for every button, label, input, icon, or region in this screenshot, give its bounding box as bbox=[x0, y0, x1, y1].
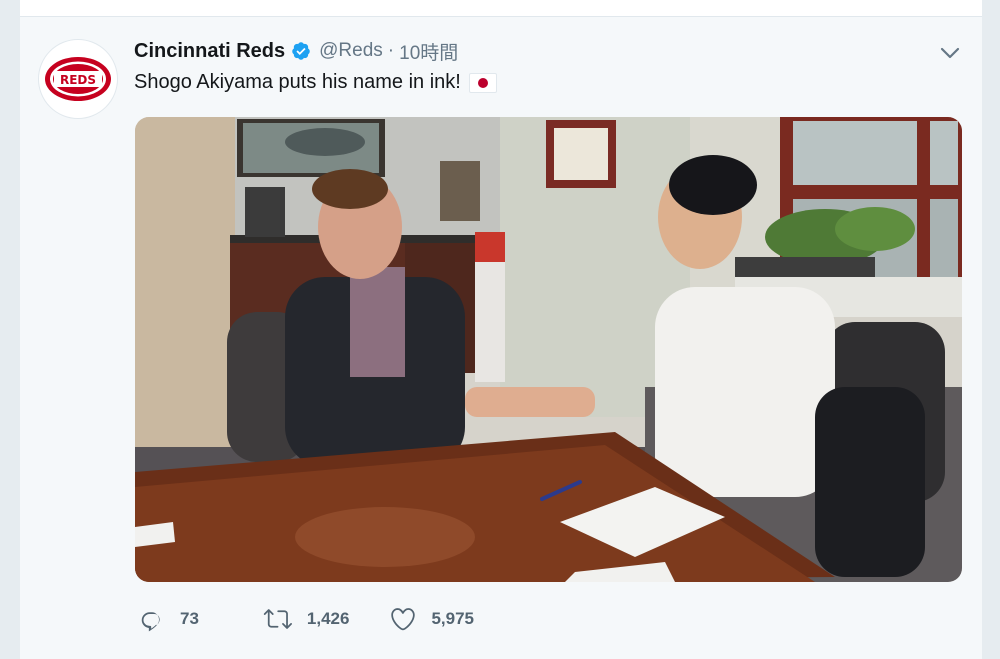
chevron-down-icon[interactable] bbox=[938, 41, 962, 65]
avatar[interactable]: REDS bbox=[38, 39, 118, 119]
heart-icon bbox=[391, 608, 416, 631]
retweet-icon bbox=[263, 609, 292, 629]
reds-logo: REDS bbox=[45, 57, 111, 101]
tweet-text: Shogo Akiyama puts his name in ink! bbox=[134, 71, 497, 94]
tweet-timestamp[interactable]: 10時間 bbox=[399, 38, 458, 65]
like-count: 5,975 bbox=[431, 609, 475, 628]
tweet-actions: 73 1,426 5,975 bbox=[138, 605, 474, 633]
retweet-button[interactable]: 1,426 bbox=[263, 605, 350, 633]
retweet-count: 1,426 bbox=[306, 609, 350, 628]
author-handle[interactable]: @Reds bbox=[319, 40, 383, 62]
reply-count: 73 bbox=[180, 609, 199, 628]
previous-tweet-edge bbox=[20, 0, 982, 17]
tweet-photo[interactable] bbox=[135, 117, 962, 582]
photo-illustration bbox=[135, 117, 962, 582]
verified-badge-icon bbox=[291, 41, 311, 61]
reply-button[interactable]: 73 bbox=[138, 605, 199, 633]
header-separator: · bbox=[387, 40, 395, 61]
tweet-header: Cincinnati Reds @Reds · 10時間 bbox=[134, 37, 458, 65]
logo-text: REDS bbox=[60, 73, 96, 87]
reply-icon bbox=[141, 612, 160, 632]
like-button[interactable]: 5,975 bbox=[389, 605, 474, 633]
japan-flag-icon bbox=[468, 72, 497, 93]
tweet-card[interactable]: REDS Cincinnati Reds @Reds · 10時間 Shogo … bbox=[20, 17, 982, 659]
author-name[interactable]: Cincinnati Reds bbox=[134, 40, 285, 63]
tweet-text-content: Shogo Akiyama puts his name in ink! bbox=[134, 71, 461, 93]
